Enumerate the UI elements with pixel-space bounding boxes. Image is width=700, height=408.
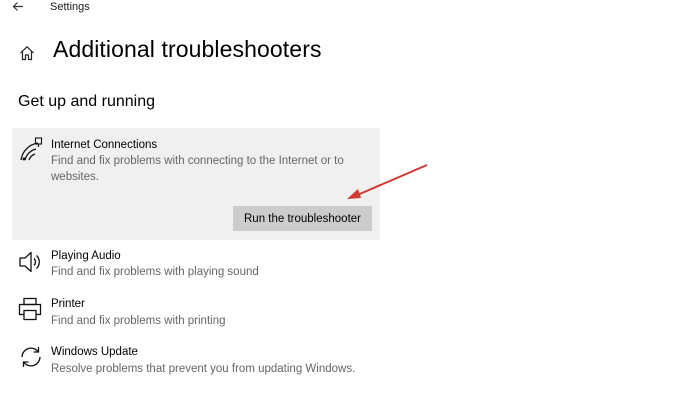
wifi-icon <box>20 137 43 161</box>
title-bar: Settings <box>0 0 700 18</box>
app-title: Settings <box>50 1 90 13</box>
section-title: Get up and running <box>18 93 155 110</box>
troubleshooter-playing-audio[interactable]: Playing Audio Find and fix problems with… <box>12 246 380 286</box>
troubleshooter-printer[interactable]: Printer Find and fix problems with print… <box>12 294 380 334</box>
troubleshooter-description: Find and fix problems with printing <box>51 315 226 327</box>
back-button[interactable] <box>8 0 28 17</box>
troubleshooter-description: Find and fix problems with connecting to… <box>51 155 344 183</box>
back-arrow-icon <box>12 2 23 11</box>
troubleshooter-description: Resolve problems that prevent you from u… <box>51 363 356 375</box>
troubleshooter-name: Printer <box>51 298 85 310</box>
home-button[interactable] <box>18 44 36 62</box>
troubleshooter-name: Internet Connections <box>51 139 158 151</box>
refresh-icon <box>21 347 41 367</box>
home-icon <box>20 46 34 61</box>
printer-icon <box>18 297 42 321</box>
troubleshooter-name: Playing Audio <box>51 250 121 262</box>
run-troubleshooter-button[interactable]: Run the troubleshooter <box>233 206 372 231</box>
speaker-icon <box>19 251 40 273</box>
troubleshooter-name: Windows Update <box>51 346 138 358</box>
troubleshooter-description: Find and fix problems with playing sound <box>51 266 259 278</box>
troubleshooter-windows-update[interactable]: Windows Update Resolve problems that pre… <box>12 342 380 382</box>
page-title: Additional troubleshooters <box>53 36 322 62</box>
